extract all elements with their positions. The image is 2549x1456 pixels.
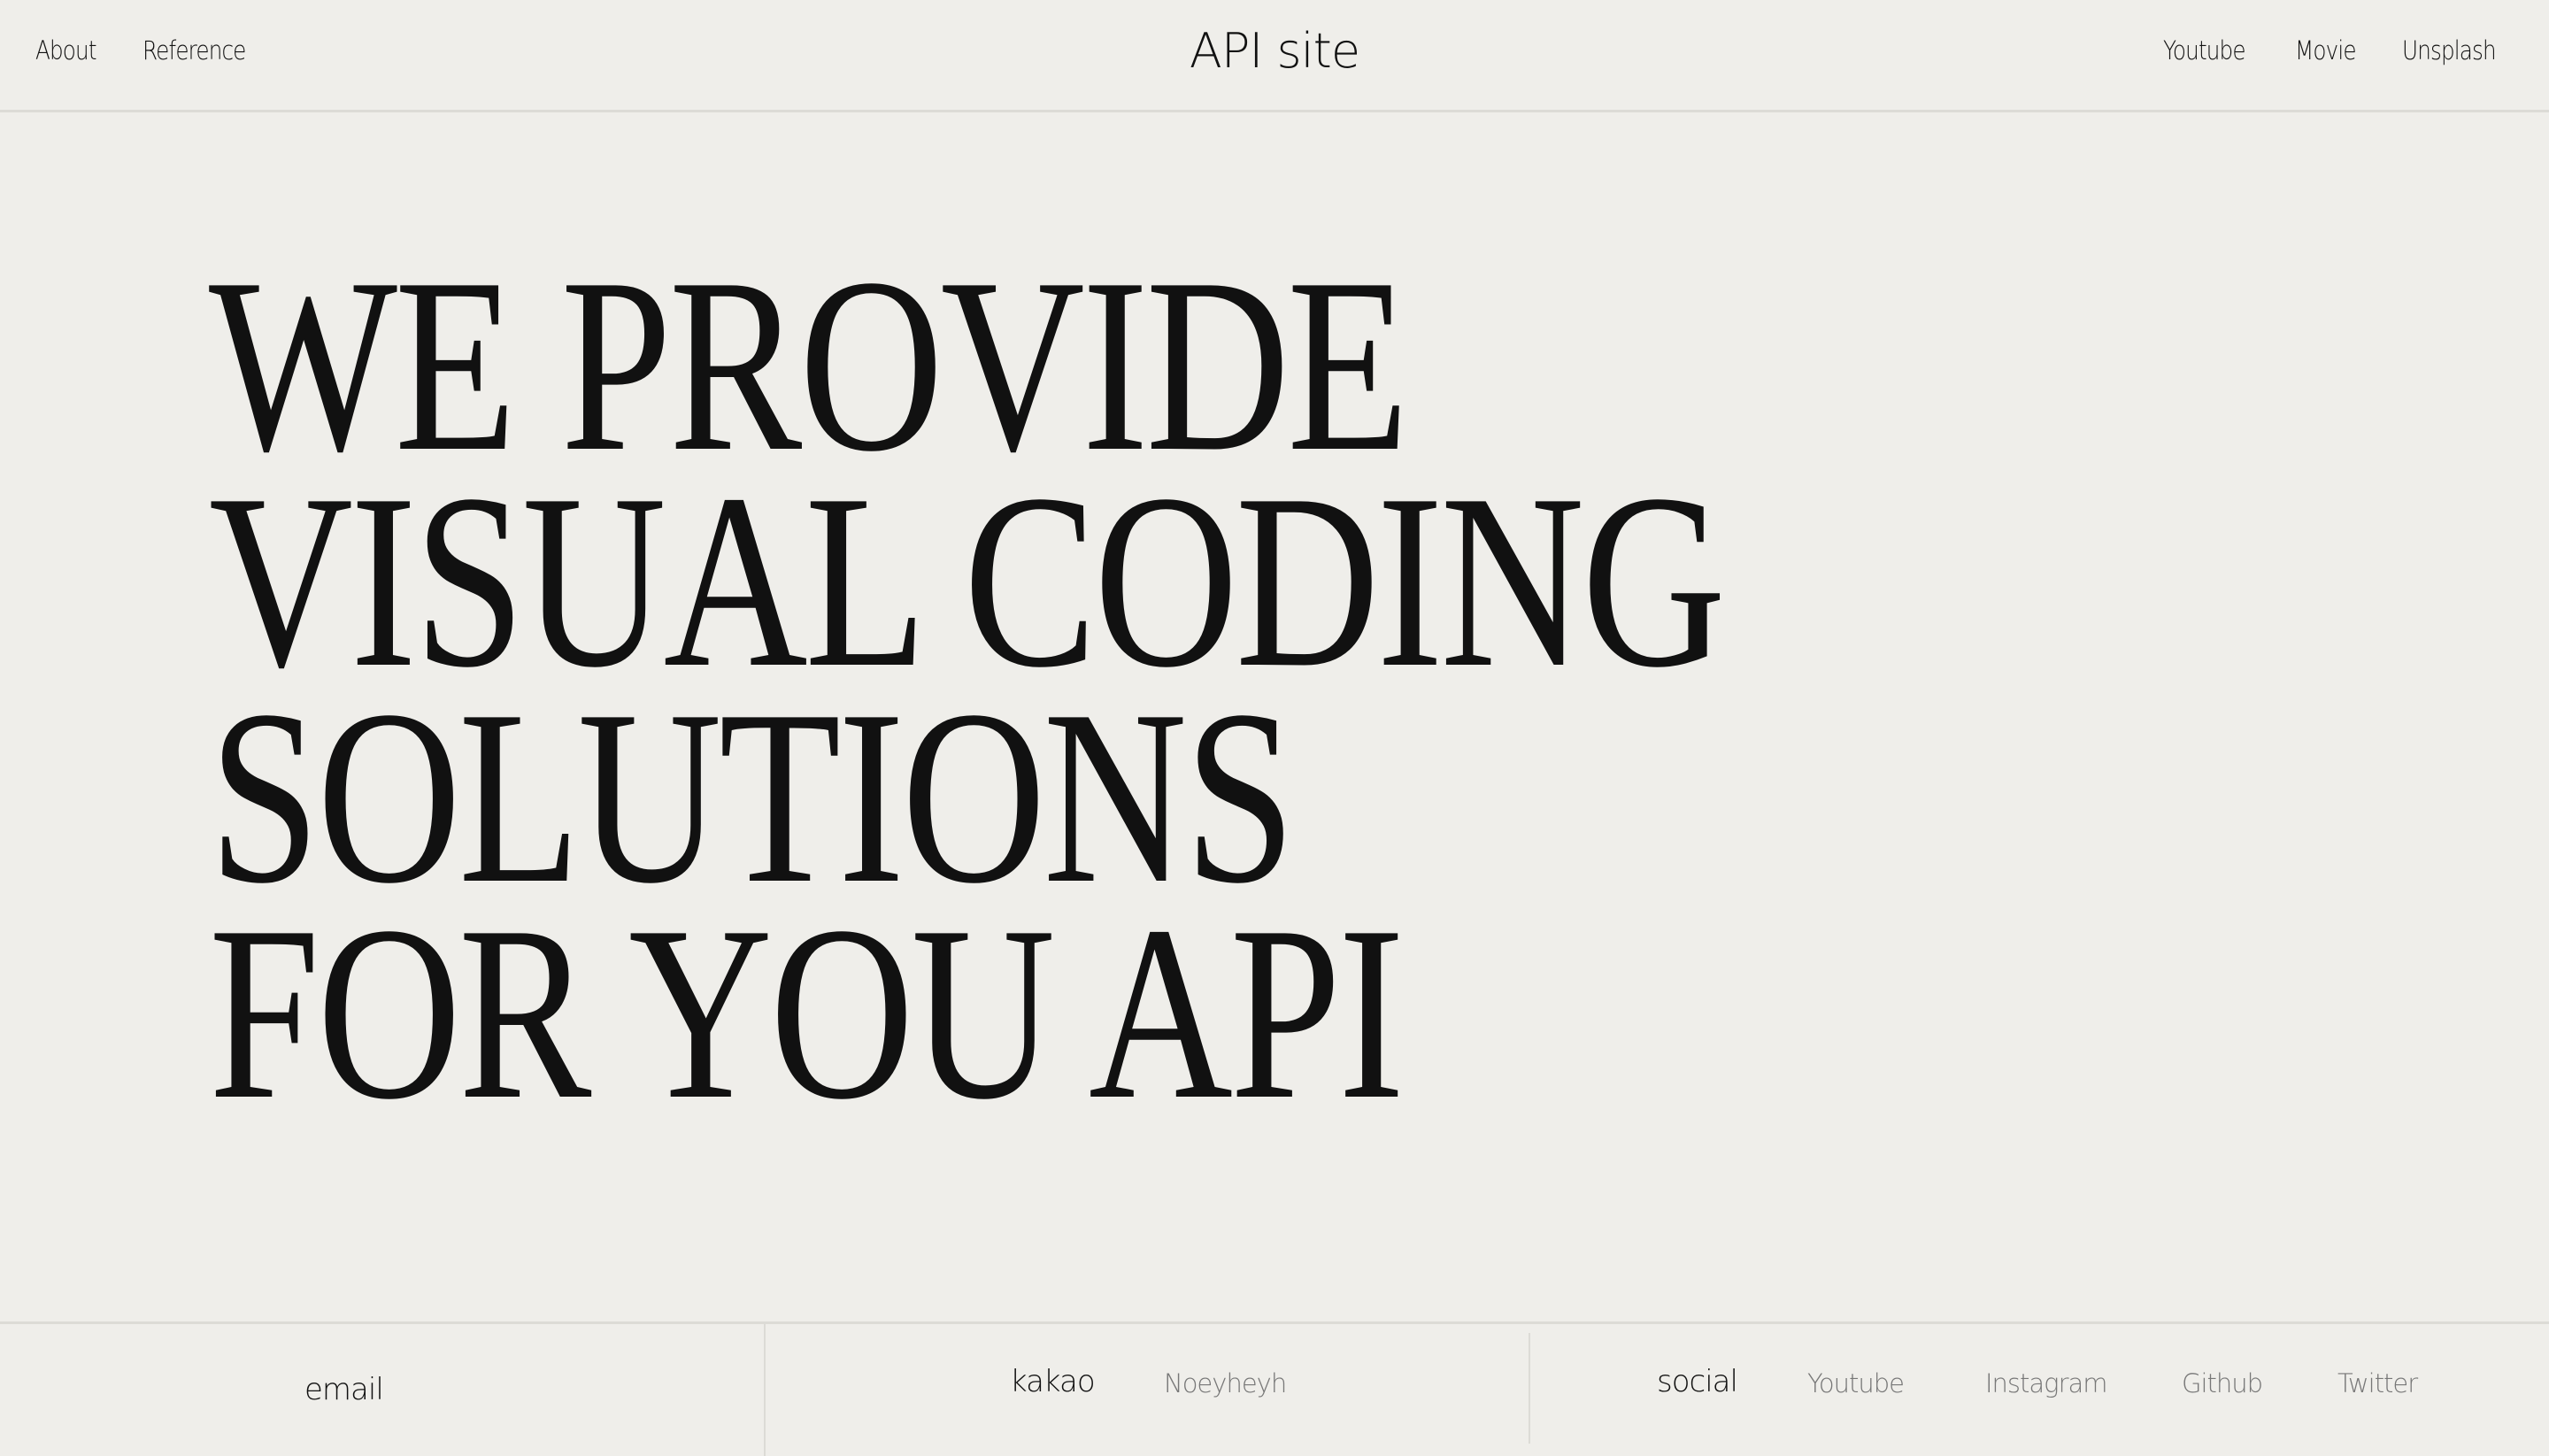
footer-email-column: email <box>0 1324 766 1456</box>
hero-line: WE PROVIDE <box>209 227 1409 503</box>
social-twitter-link[interactable]: Twitter <box>2337 1368 2418 1398</box>
hero-line: VISUAL CODING <box>209 443 1726 719</box>
kakao-label: kakao <box>1010 1364 1096 1399</box>
kakao-id[interactable]: Noeyheyh <box>1164 1368 1287 1398</box>
hero-heading: WE PROVIDE VISUAL CODING SOLUTIONS FOR Y… <box>209 227 1726 1151</box>
social-github-link[interactable]: Github <box>2182 1368 2263 1398</box>
social-instagram-link[interactable]: Instagram <box>1985 1368 2108 1398</box>
hero-line: SOLUTIONS <box>209 659 1296 935</box>
social-youtube-link[interactable]: Youtube <box>1807 1368 1905 1398</box>
email-label[interactable]: email <box>304 1372 384 1407</box>
social-label: social <box>1657 1364 1738 1399</box>
nav-unsplash[interactable]: Unsplash <box>2402 35 2497 65</box>
hero-line: FOR YOU API <box>209 874 1405 1151</box>
nav-youtube[interactable]: Youtube <box>2163 35 2245 65</box>
nav-movie[interactable]: Movie <box>2295 35 2357 65</box>
right-nav: Youtube Movie Unsplash <box>2163 35 2512 65</box>
site-footer: email kakao Noeyheyh social Youtube Inst… <box>0 1321 2549 1456</box>
footer-kakao-column: kakao Noeyheyh <box>766 1324 1529 1456</box>
site-header: About Reference API site Youtube Movie U… <box>0 0 2549 112</box>
footer-social-column: social Youtube Instagram Github Twitter <box>1529 1333 2549 1444</box>
